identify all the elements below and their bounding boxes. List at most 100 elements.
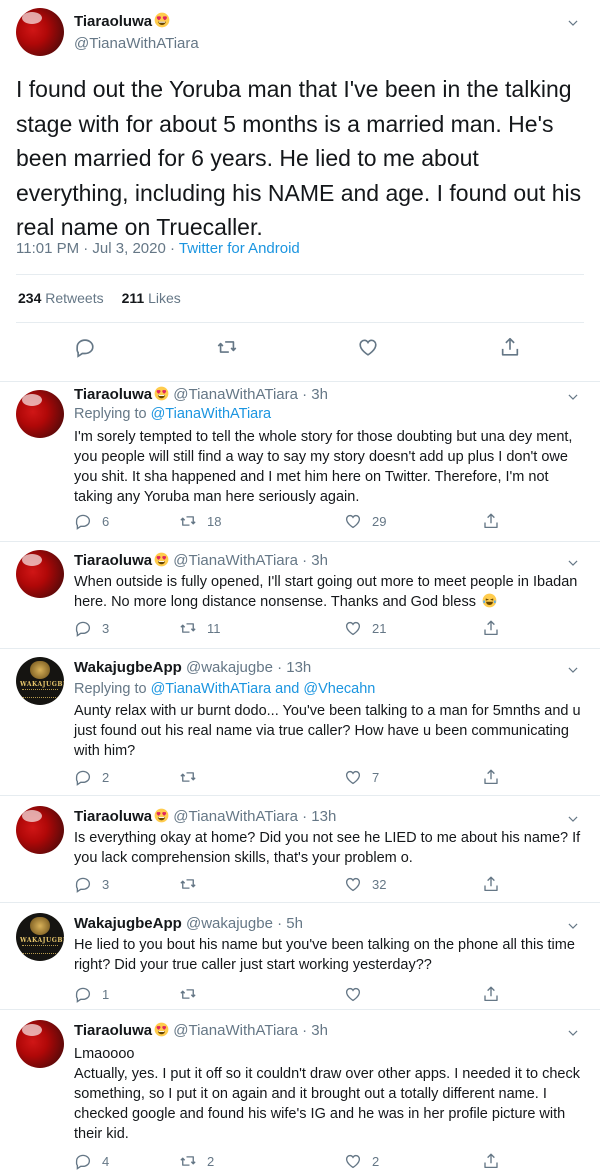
likes-stat[interactable]: 211 Likes — [122, 290, 181, 306]
avatar-logo-text: WAKAJUGBE — [20, 681, 64, 688]
like-button[interactable]: 21 — [344, 619, 386, 639]
chevron-down-icon[interactable] — [566, 919, 580, 933]
display-name[interactable]: Tiaraoluwa — [74, 808, 152, 825]
retweet-button[interactable]: 2 — [179, 1152, 214, 1172]
chevron-down-icon[interactable] — [566, 812, 580, 826]
chevron-down-icon[interactable] — [566, 1026, 580, 1040]
display-name[interactable]: Tiaraoluwa — [74, 1022, 152, 1039]
reply-tweet[interactable]: WAKAJUGBE WakajugbeApp @wakajugbe · 5h H… — [0, 903, 600, 1010]
share-button[interactable] — [482, 875, 500, 895]
avatar-image — [16, 806, 64, 854]
reply-icon — [74, 1152, 92, 1170]
retweets-stat[interactable]: 234 Retweets — [18, 290, 104, 306]
avatar-image: WAKAJUGBE — [16, 657, 64, 705]
share-icon — [482, 512, 500, 530]
heart-eyes-emoji-icon — [154, 1022, 169, 1037]
avatar[interactable]: WAKAJUGBE — [16, 657, 64, 705]
heart-icon — [344, 985, 362, 1003]
reply-count: 2 — [102, 770, 110, 785]
avatar[interactable] — [16, 390, 64, 438]
share-button[interactable] — [482, 768, 500, 788]
reply-tweet[interactable]: Tiaraoluwa @TianaWithATiara · 13h Is eve… — [0, 796, 600, 903]
display-name[interactable]: WakajugbeApp — [74, 659, 182, 676]
share-icon[interactable] — [499, 336, 521, 358]
handle-and-time[interactable]: @TianaWithATiara · 3h — [173, 1022, 328, 1039]
user-handle[interactable]: @TianaWithATiara — [74, 35, 199, 52]
retweet-button[interactable] — [179, 768, 207, 788]
avatar[interactable] — [16, 8, 64, 56]
handle-and-time[interactable]: @wakajugbe · 13h — [186, 659, 311, 676]
avatar[interactable] — [16, 806, 64, 854]
chevron-down-icon[interactable] — [566, 16, 580, 30]
mention-link[interactable]: @TianaWithATiara and @Vhecahn — [151, 681, 376, 697]
reply-tweet[interactable]: Tiaraoluwa @TianaWithATiara · 3h Replyin… — [0, 382, 600, 542]
reply-header: Tiaraoluwa @TianaWithATiara · 3h — [74, 386, 328, 403]
reply-icon[interactable] — [74, 336, 96, 358]
share-button[interactable] — [482, 619, 500, 639]
retweet-count: 11 — [207, 621, 221, 636]
chevron-down-icon[interactable] — [566, 663, 580, 677]
mention-link[interactable]: @TianaWithATiara — [151, 406, 272, 422]
reply-text: He lied to you bout his name but you've … — [74, 937, 575, 973]
avatar-logo-text: WAKAJUGBE — [20, 937, 64, 944]
tweet-stats: 234 Retweets 211 Likes — [18, 290, 181, 306]
avatar[interactable]: WAKAJUGBE — [16, 913, 64, 961]
retweet-button[interactable] — [179, 875, 207, 895]
reply-count: 4 — [102, 1154, 110, 1169]
handle-and-time[interactable]: @wakajugbe · 5h — [186, 915, 303, 932]
avatar[interactable] — [16, 1020, 64, 1068]
reply-actions: 3 32 — [74, 875, 514, 895]
timestamp-text[interactable]: 11:01 PM · Jul 3, 2020 · — [16, 240, 179, 257]
retweet-icon — [179, 512, 197, 530]
divider — [16, 274, 584, 275]
handle-and-time[interactable]: @TianaWithATiara · 3h — [173, 386, 328, 403]
like-button[interactable]: 29 — [344, 512, 386, 532]
reply-button[interactable]: 6 — [74, 512, 109, 532]
share-icon — [482, 768, 500, 786]
reply-count: 3 — [102, 621, 110, 636]
retweets-label: Retweets — [45, 290, 104, 306]
share-icon — [482, 619, 500, 637]
display-name[interactable]: Tiaraoluwa — [74, 552, 152, 569]
reply-header: WakajugbeApp @wakajugbe · 5h — [74, 915, 303, 932]
display-name[interactable]: Tiaraoluwa — [74, 12, 170, 30]
reply-button[interactable]: 3 — [74, 875, 109, 895]
reply-text: Aunty relax with ur burnt dodo... You've… — [74, 703, 581, 759]
retweet-icon[interactable] — [216, 336, 238, 358]
reply-header: Tiaraoluwa @TianaWithATiara · 3h — [74, 552, 328, 569]
likes-count: 211 — [121, 290, 145, 306]
reply-button[interactable]: 2 — [74, 768, 109, 788]
chevron-down-icon[interactable] — [566, 390, 580, 404]
tweet-source-link[interactable]: Twitter for Android — [179, 240, 300, 257]
share-button[interactable] — [482, 512, 500, 532]
retweet-button[interactable]: 18 — [179, 512, 221, 532]
reply-tweet[interactable]: Tiaraoluwa @TianaWithATiara · 3h Lmaoooo… — [0, 1010, 600, 1174]
reply-text-content: When outside is fully opened, I'll start… — [74, 574, 578, 610]
reply-button[interactable]: 3 — [74, 619, 109, 639]
handle-and-time[interactable]: @TianaWithATiara · 13h — [173, 808, 336, 825]
reply-button[interactable]: 4 — [74, 1152, 109, 1172]
retweet-button[interactable]: 11 — [179, 619, 221, 639]
tweet-timestamp: 11:01 PM · Jul 3, 2020 · Twitter for And… — [16, 240, 300, 257]
like-button[interactable]: 2 — [344, 1152, 379, 1172]
reply-tweet[interactable]: WAKAJUGBE WakajugbeApp @wakajugbe · 13h … — [0, 649, 600, 796]
display-name[interactable]: Tiaraoluwa — [74, 386, 152, 403]
reply-button[interactable]: 1 — [74, 985, 109, 1005]
avatar[interactable] — [16, 550, 64, 598]
heart-icon[interactable] — [357, 336, 379, 358]
handle-and-time[interactable]: @TianaWithATiara · 3h — [173, 552, 328, 569]
retweet-button[interactable] — [179, 985, 207, 1005]
like-button[interactable]: 7 — [344, 768, 379, 788]
reply-header: WakajugbeApp @wakajugbe · 13h — [74, 659, 311, 676]
chevron-down-icon[interactable] — [566, 556, 580, 570]
reply-tweet[interactable]: Tiaraoluwa @TianaWithATiara · 3h When ou… — [0, 542, 600, 649]
like-button[interactable] — [344, 985, 372, 1005]
display-name[interactable]: WakajugbeApp — [74, 915, 182, 932]
retweet-icon — [179, 1152, 197, 1170]
tweet-text: I found out the Yoruba man that I've bee… — [16, 76, 582, 240]
tears-of-joy-emoji-icon — [482, 593, 497, 608]
heart-icon — [344, 1152, 362, 1170]
share-button[interactable] — [482, 1152, 500, 1172]
share-button[interactable] — [482, 985, 500, 1005]
like-button[interactable]: 32 — [344, 875, 386, 895]
